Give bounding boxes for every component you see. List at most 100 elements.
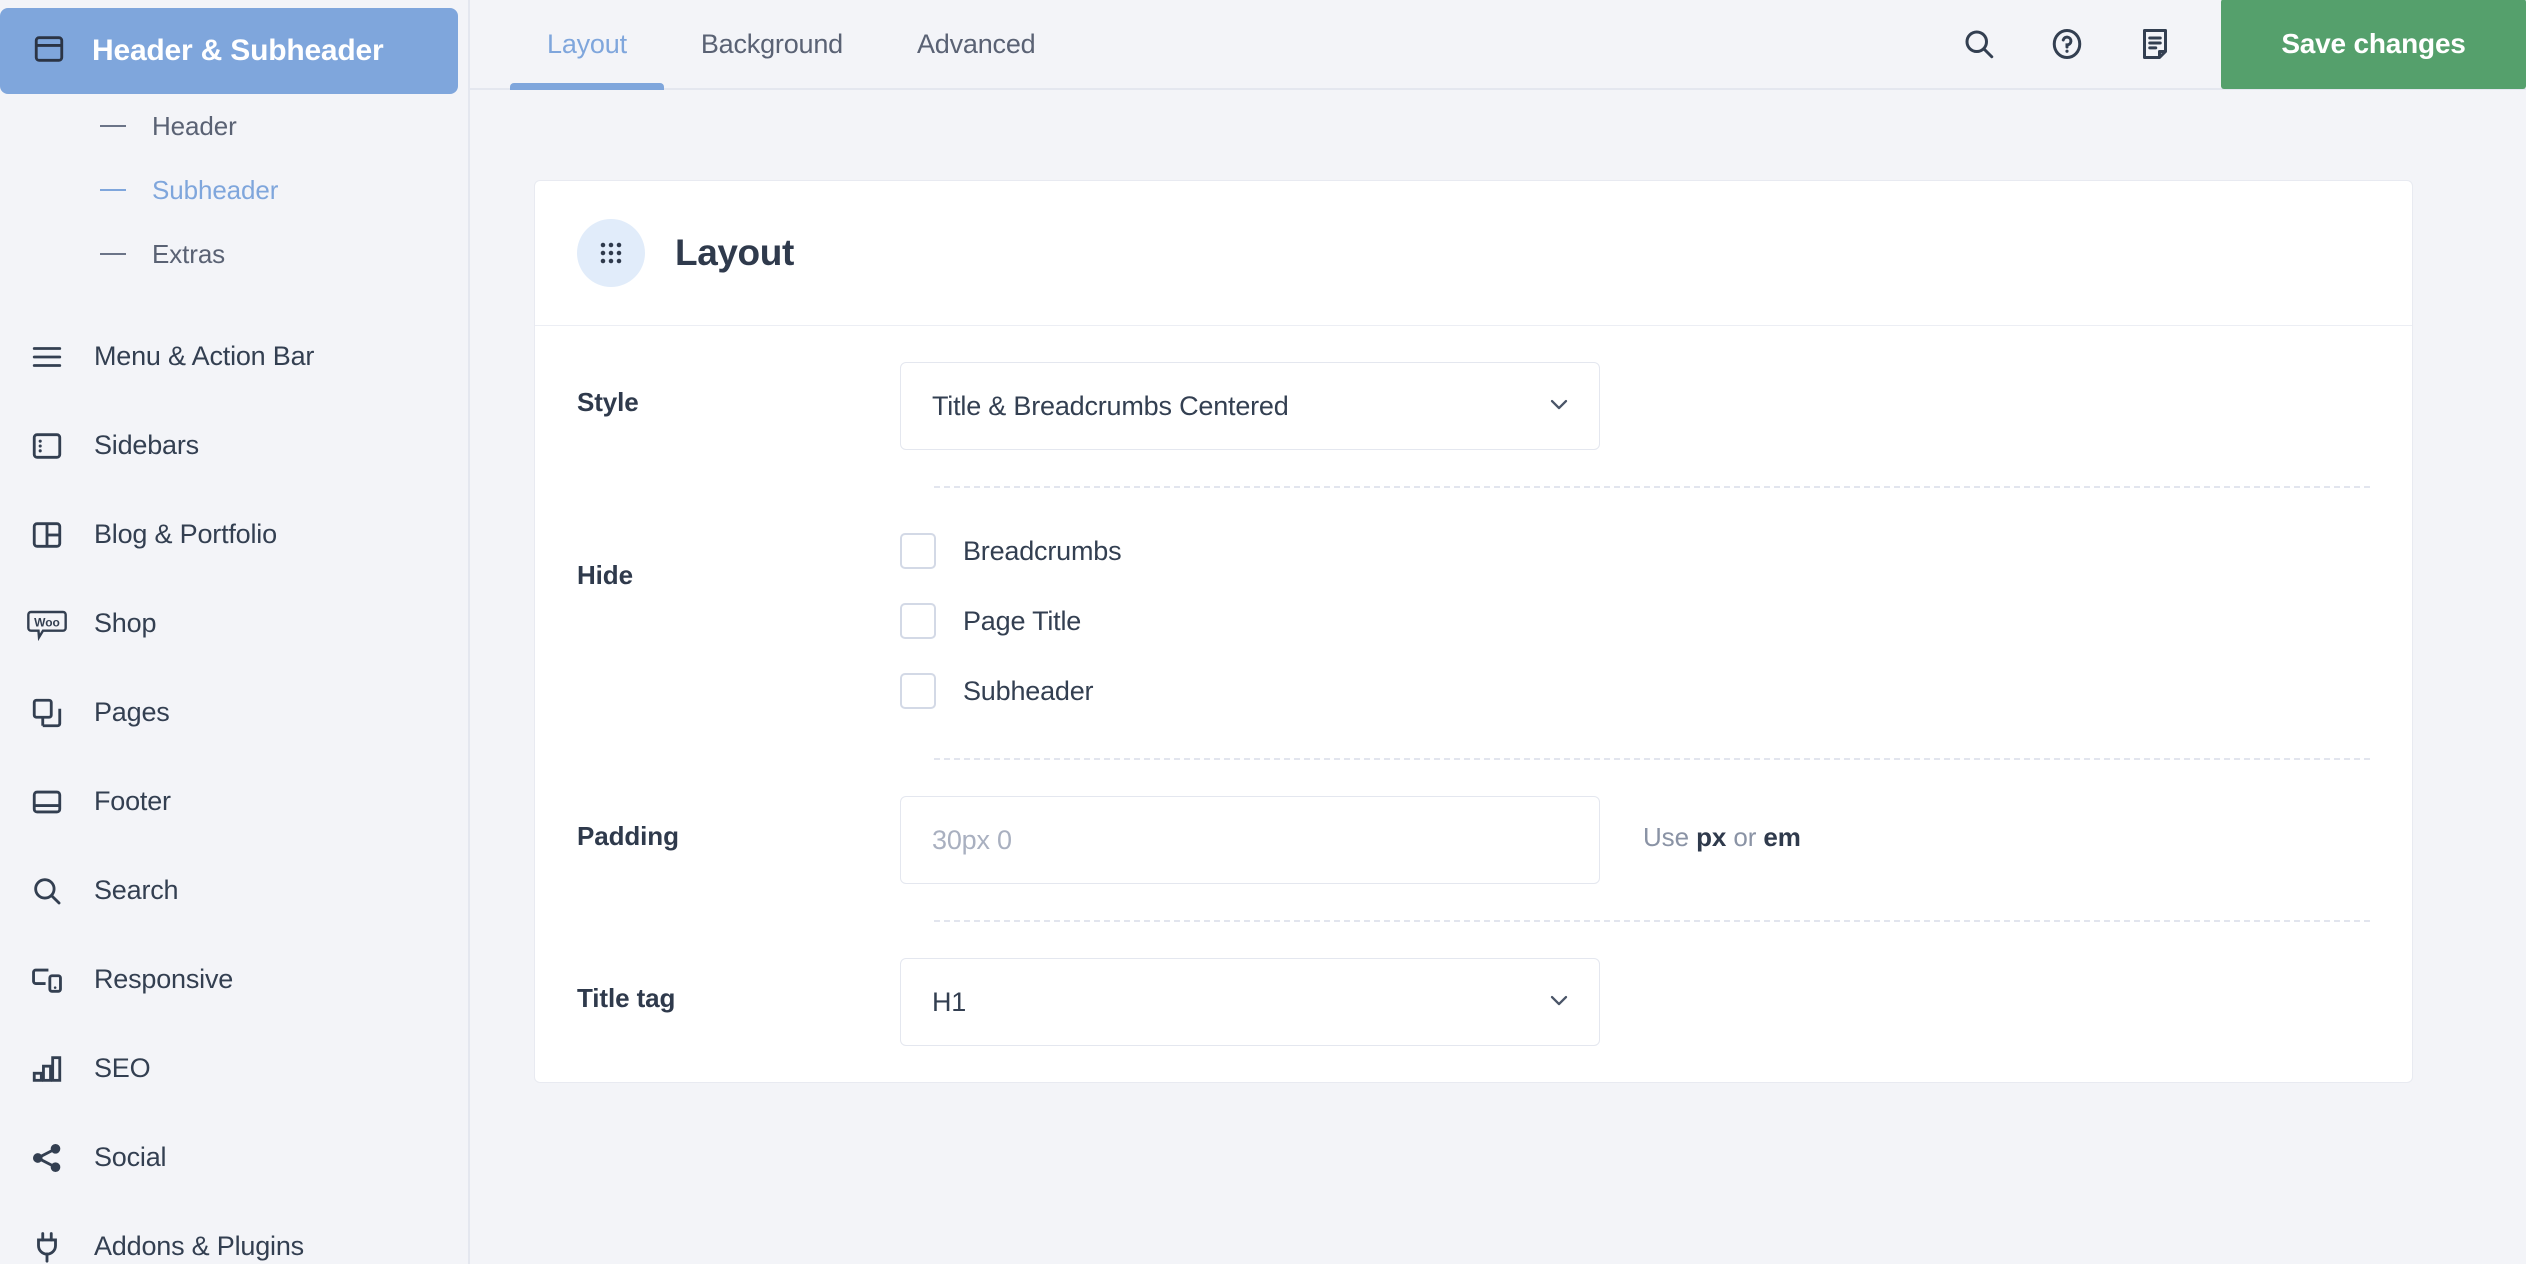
plug-icon	[26, 1226, 68, 1264]
style-select-value: Title & Breadcrumbs Centered	[932, 390, 1289, 421]
sidebar-item-blog-portfolio[interactable]: Blog & Portfolio	[0, 490, 468, 579]
tab-label: Advanced	[916, 28, 1036, 59]
chevron-down-icon	[1545, 390, 1573, 423]
sidebar-item-label: Shop	[94, 608, 157, 638]
sidebar-item-pages[interactable]: Pages	[0, 668, 468, 757]
tab-background[interactable]: Background	[664, 0, 880, 88]
layout-settings-card: Layout Style Title & Breadcrumbs Centere…	[534, 180, 2413, 1083]
layout-columns-icon	[26, 514, 68, 556]
sidebar-item-label: Sidebars	[94, 430, 199, 460]
card-body: Style Title & Breadcrumbs Centered Hide …	[535, 326, 2412, 1082]
sidebar-item-social[interactable]: Social	[0, 1113, 468, 1202]
sidebar-item-shop[interactable]: Woo Shop	[0, 579, 468, 668]
sidebar-item-label: Menu & Action Bar	[94, 341, 315, 371]
sidebar-item-label: Blog & Portfolio	[94, 519, 277, 549]
chevron-down-icon	[1545, 986, 1573, 1019]
hint-em: em	[1763, 822, 1801, 852]
header-layout-icon	[32, 32, 66, 71]
checkbox-box[interactable]	[900, 673, 936, 709]
checkbox-page-title[interactable]: Page Title	[900, 596, 1121, 646]
title-tag-select[interactable]: H1	[900, 958, 1600, 1046]
sidebar-subitem-subheader[interactable]: Subheader	[0, 158, 468, 222]
woocommerce-icon: Woo	[26, 603, 68, 645]
sidebar-item-label: Header & Subheader	[92, 34, 384, 67]
hide-checkbox-group: Breadcrumbs Page Title Subheader	[900, 504, 1122, 716]
sidebar-item-footer[interactable]: Footer	[0, 757, 468, 846]
padding-input[interactable]	[900, 796, 1600, 884]
checkbox-label: Subheader	[963, 675, 1094, 706]
topbar-actions: Save changes	[1935, 0, 2526, 89]
sidebar-item-responsive[interactable]: Responsive	[0, 935, 468, 1024]
checkbox-breadcrumbs[interactable]: Breadcrumbs	[900, 526, 1122, 576]
app-root: Header & Subheader Header Subheader Extr…	[0, 0, 2526, 1264]
row-hide: Hide Breadcrumbs Page Title Subheader	[577, 488, 2370, 758]
search-icon[interactable]	[1935, 0, 2023, 89]
title-tag-field: H1	[900, 922, 2370, 1046]
tab-label: Layout	[547, 28, 627, 59]
help-circle-icon[interactable]	[2023, 0, 2111, 89]
notes-document-icon[interactable]	[2111, 0, 2199, 89]
sidebar-item-label: Pages	[94, 697, 170, 727]
topbar: Layout Background Advanced Save changes	[470, 0, 2526, 90]
hamburger-menu-icon	[26, 336, 68, 378]
content-area: Layout Style Title & Breadcrumbs Centere…	[470, 90, 2526, 1264]
sidebar-item-menu-action-bar[interactable]: Menu & Action Bar	[0, 312, 468, 401]
sidebar-item-label: Social	[94, 1142, 167, 1172]
card-title: Layout	[675, 232, 794, 273]
padding-hint: Use px or em	[1643, 796, 1801, 853]
sidebar-subitem-extras[interactable]: Extras	[0, 222, 468, 286]
sidebar-subitem-label: Header	[152, 110, 237, 141]
sidebar-item-sidebars[interactable]: Sidebars	[0, 401, 468, 490]
padding-label: Padding	[577, 821, 679, 851]
row-padding: Padding Use px or em	[577, 760, 2370, 920]
grid-dots-icon	[577, 219, 645, 287]
tab-layout[interactable]: Layout	[510, 0, 664, 90]
card-header: Layout	[535, 181, 2412, 326]
sidebar-item-seo[interactable]: SEO	[0, 1024, 468, 1113]
sidebar-item-label: Responsive	[94, 964, 234, 994]
save-changes-button[interactable]: Save changes	[2221, 0, 2526, 89]
checkbox-box[interactable]	[900, 533, 936, 569]
bar-chart-icon	[26, 1048, 68, 1090]
hint-mid: or	[1726, 822, 1764, 852]
sidebar-subitem-label: Extras	[152, 238, 226, 269]
svg-text:Woo: Woo	[34, 615, 60, 629]
sidebar-subitem-header[interactable]: Header	[0, 94, 468, 158]
pages-copy-icon	[26, 692, 68, 734]
search-icon	[26, 870, 68, 912]
dash-icon	[100, 253, 126, 255]
checkbox-label: Page Title	[963, 605, 1082, 636]
hint-px: px	[1696, 822, 1727, 852]
checkbox-box[interactable]	[900, 603, 936, 639]
sidebar-subitem-label: Subheader	[152, 174, 279, 205]
dash-icon	[100, 125, 126, 127]
share-icon	[26, 1137, 68, 1179]
row-title-tag: Title tag H1	[577, 922, 2370, 1082]
sidebar: Header & Subheader Header Subheader Extr…	[0, 0, 470, 1264]
sidebar-item-addons-plugins[interactable]: Addons & Plugins	[0, 1202, 468, 1264]
sidebar-item-label: Search	[94, 875, 179, 905]
sidebar-item-label: Footer	[94, 786, 171, 816]
tab-advanced[interactable]: Advanced	[880, 0, 1073, 88]
tab-bar: Layout Background Advanced	[470, 0, 1073, 90]
checkbox-subheader[interactable]: Subheader	[900, 666, 1121, 716]
title-tag-label: Title tag	[577, 983, 676, 1013]
hide-field: Breadcrumbs Page Title Subheader	[900, 488, 2370, 716]
responsive-devices-icon	[26, 959, 68, 1001]
main-area: Layout Background Advanced Save changes …	[470, 0, 2526, 1264]
dash-icon	[100, 189, 126, 191]
style-label: Style	[577, 387, 639, 417]
hide-label: Hide	[577, 560, 633, 590]
sidebar-item-search[interactable]: Search	[0, 846, 468, 935]
sidebar-item-label: SEO	[94, 1053, 151, 1083]
sidebar-item-header-subheader[interactable]: Header & Subheader	[0, 8, 458, 94]
style-field: Title & Breadcrumbs Centered	[900, 326, 2370, 450]
footer-layout-icon	[26, 781, 68, 823]
checkbox-label: Breadcrumbs	[963, 535, 1122, 566]
tab-label: Background	[700, 28, 843, 59]
title-tag-select-value: H1	[932, 986, 967, 1017]
row-style: Style Title & Breadcrumbs Centered	[577, 326, 2370, 486]
style-select[interactable]: Title & Breadcrumbs Centered	[900, 362, 1600, 450]
hint-prefix: Use	[1643, 822, 1697, 852]
